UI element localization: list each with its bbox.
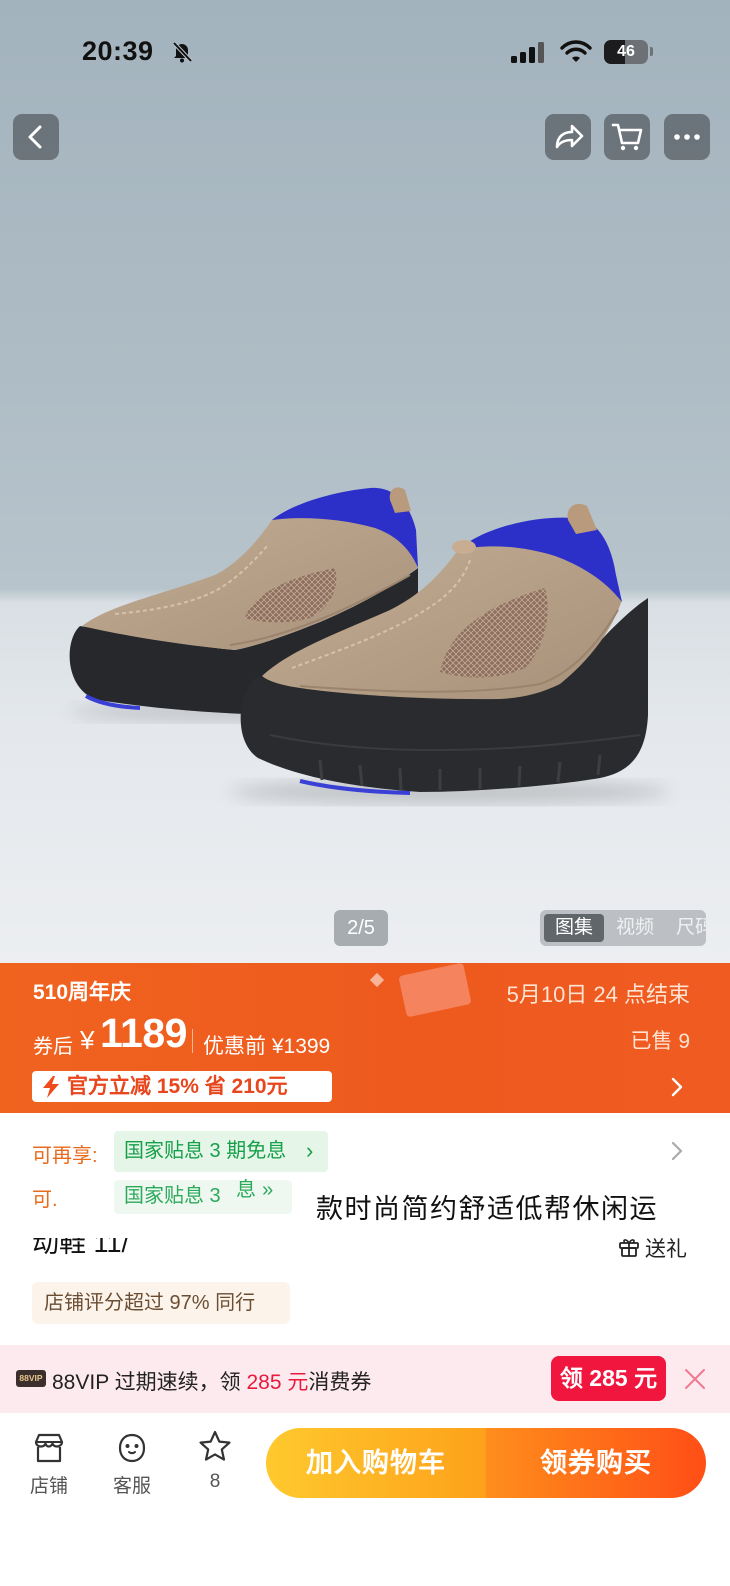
tab-gallery[interactable]: 图集	[544, 914, 604, 942]
original-price: 优惠前 ¥1399	[203, 1035, 331, 1058]
vip-message: 88VIP 过期速续，领 285 元消费券	[52, 1366, 371, 1396]
vip-text-before: 88VIP 过期速续，领	[52, 1371, 247, 1394]
cart-button[interactable]	[604, 114, 650, 160]
chevron-right-icon: ›	[306, 1138, 314, 1163]
store-rating-badge[interactable]: 店铺评分超过 97% 同行	[32, 1282, 290, 1324]
benefit-tag-text: 国家贴息 3 期免息	[124, 1140, 287, 1162]
tab-video[interactable]: 视频	[616, 914, 654, 942]
benefit-label: 可再享:	[32, 1145, 98, 1167]
benefit-tag-text-2: 国家贴息 3	[124, 1185, 221, 1207]
favorite-count: 8	[209, 1471, 221, 1492]
service-label: 客服	[112, 1476, 151, 1497]
image-counter: 2/5	[334, 910, 388, 946]
benefit-tag-interest-free[interactable]: 国家贴息 3 期免息 ›	[114, 1131, 328, 1172]
share-icon	[555, 124, 584, 149]
chevron-double-right-icon: ››	[262, 1179, 273, 1201]
shop-icon	[34, 1433, 64, 1463]
close-icon[interactable]	[683, 1367, 707, 1391]
add-to-cart-button[interactable]: 加入购物车	[266, 1428, 486, 1498]
shoe-front-toggle	[452, 540, 476, 554]
more-icon	[674, 134, 700, 140]
discount-text: 官方立减 15% 省 210元	[67, 1075, 288, 1098]
product-title-line2: 动鞋 11/	[32, 1238, 182, 1258]
benefit-tag-interest[interactable]: 国家贴息 3 息 ››	[114, 1179, 292, 1214]
service-icon	[118, 1433, 146, 1463]
chevron-right-icon[interactable]	[668, 1139, 686, 1163]
benefit-tag-extra: 息	[236, 1179, 256, 1201]
price-label: 券后	[33, 1036, 73, 1058]
cart-icon	[611, 123, 643, 151]
product-title: 款时尚简约舒适低帮休闲运	[316, 1194, 658, 1224]
gift-icon	[619, 1239, 639, 1257]
gift-label: 送礼	[645, 1238, 687, 1261]
chevron-right-icon[interactable]	[668, 1075, 686, 1099]
event-name: 510周年庆	[33, 981, 132, 1004]
tab-size[interactable]: 尺码	[676, 914, 706, 942]
event-end-time: 5月10日 24 点结束	[506, 982, 690, 1007]
product-title-line2-text: 动鞋 11/	[32, 1238, 130, 1258]
price-divider	[192, 1029, 193, 1053]
envelope-decoration	[398, 963, 472, 1018]
vip-banner[interactable]: 88VIP 88VIP 过期速续，领 285 元消费券 领 285 元	[0, 1345, 730, 1413]
buy-with-coupon-button[interactable]: 领券购买	[486, 1428, 706, 1498]
vip-badge: 88VIP	[16, 1370, 46, 1387]
price-value: 1189	[100, 1010, 187, 1056]
lightning-icon	[43, 1076, 59, 1098]
bell-muted-icon	[172, 41, 193, 63]
wifi-icon	[560, 40, 592, 62]
shop-label: 店铺	[29, 1476, 68, 1497]
battery-level: 46	[617, 43, 635, 60]
status-time: 20:39	[82, 36, 154, 66]
battery-icon: 46	[604, 40, 648, 64]
product-gallery[interactable]: 20:39 46 2/5 图集 视频 尺码	[0, 0, 730, 965]
gallery-tabs: 图集 视频 尺码	[540, 910, 706, 946]
sparkle-decoration	[369, 972, 385, 988]
battery-nub	[650, 47, 653, 56]
chevron-left-icon	[28, 125, 42, 149]
vip-amount: 285 元	[246, 1371, 309, 1394]
gift-button[interactable]: 送礼	[618, 1233, 698, 1261]
signal-icon	[511, 42, 544, 63]
discount-pill[interactable]: 官方立减 15% 省 210元	[32, 1071, 332, 1102]
price-currency: ¥	[80, 1025, 95, 1055]
more-button[interactable]	[664, 114, 710, 160]
share-button[interactable]	[545, 114, 591, 160]
benefit-label-2: 可.	[32, 1189, 58, 1211]
sold-count: 已售 9	[630, 1030, 690, 1053]
vip-text-after: 消费券	[308, 1371, 372, 1394]
back-button[interactable]	[13, 114, 59, 160]
claim-coupon-button[interactable]: 领 285 元	[551, 1356, 666, 1401]
promo-banner[interactable]: 510周年庆 5月10日 24 点结束 券后 ¥ 1189 优惠前 ¥1399 …	[0, 963, 730, 1113]
purchase-actions: 加入购物车 领券购买	[266, 1428, 706, 1498]
star-icon	[199, 1430, 231, 1461]
